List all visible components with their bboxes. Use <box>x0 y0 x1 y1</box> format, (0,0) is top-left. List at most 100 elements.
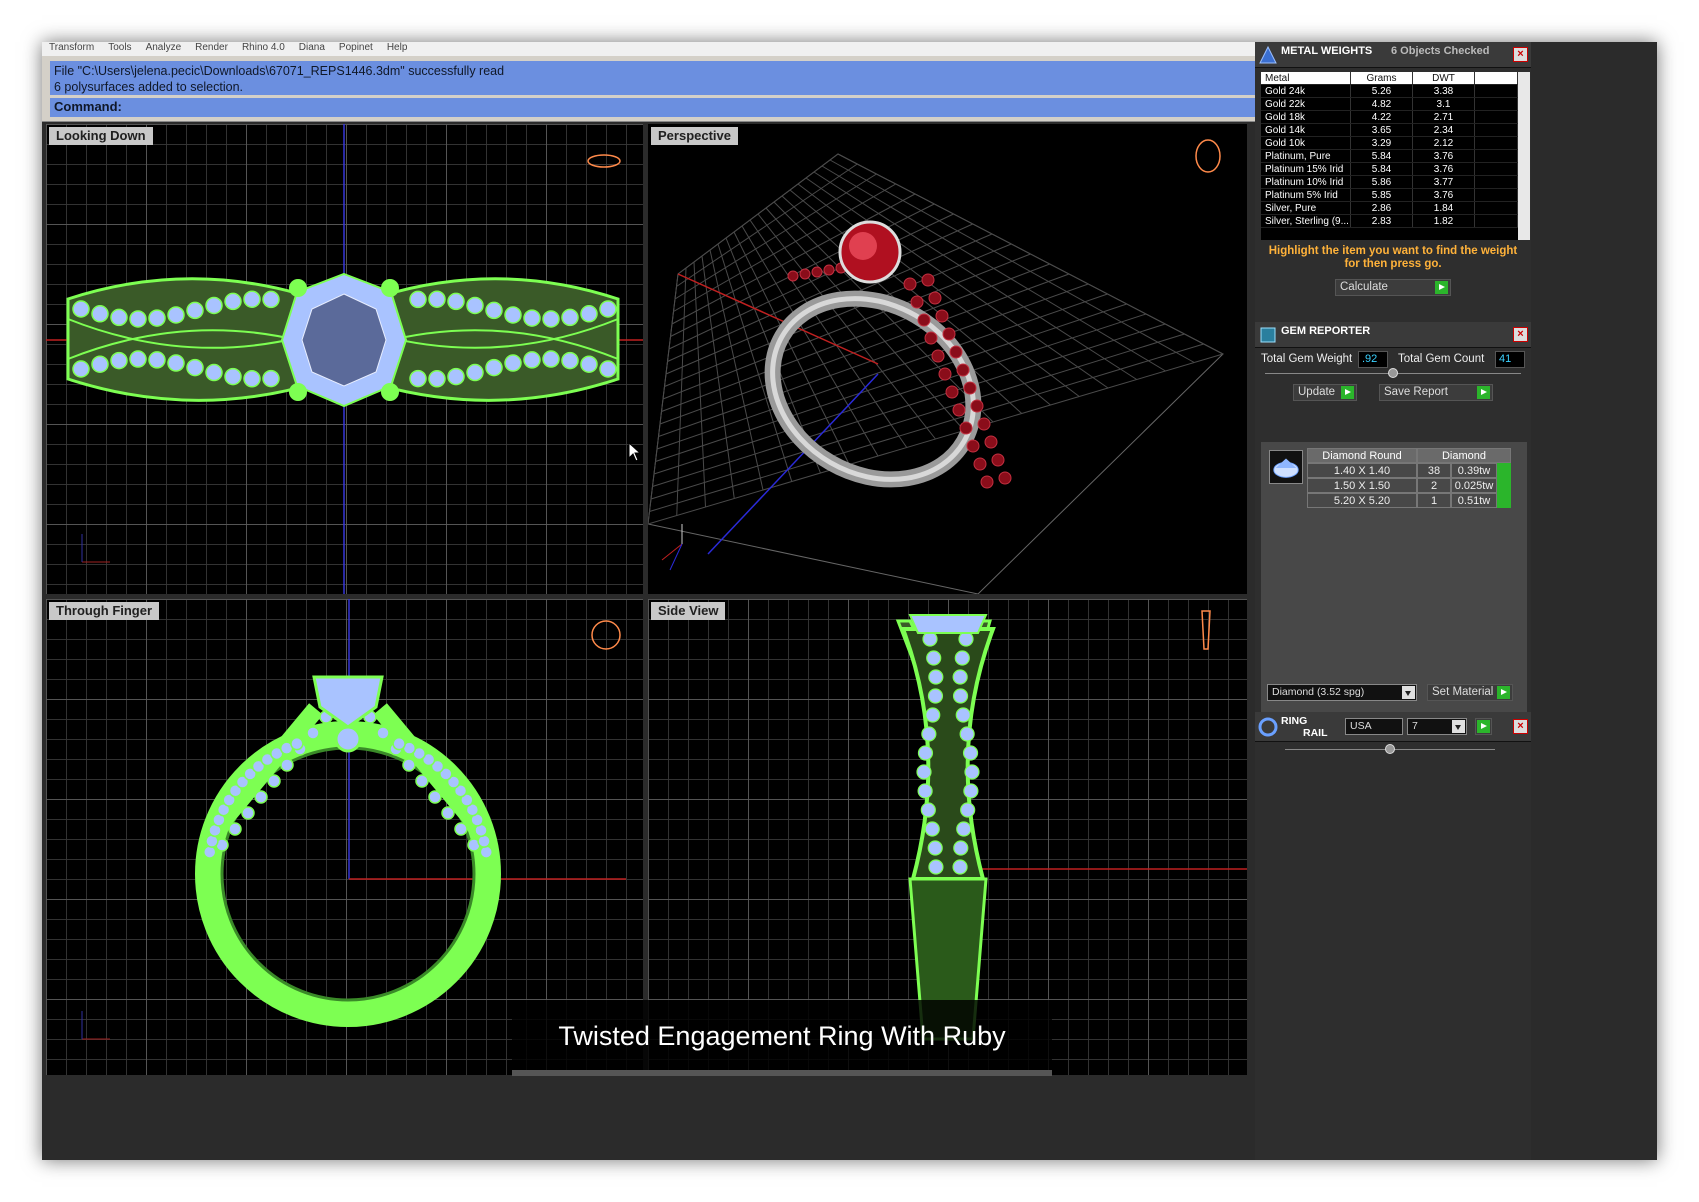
diamond-thumbnail-icon <box>1269 450 1303 484</box>
stone <box>970 399 984 413</box>
ring-rail-slider-knob[interactable] <box>1385 744 1395 754</box>
stone <box>561 308 579 327</box>
stone <box>958 631 974 647</box>
stone <box>952 403 966 417</box>
stone <box>224 292 242 311</box>
go-arrow-icon[interactable] <box>1477 720 1490 733</box>
gem-row[interactable]: 5.20 X 5.20 1 0.51tw <box>1307 493 1513 508</box>
stone <box>91 305 109 323</box>
table-row[interactable]: Gold 14k 3.65 2.34 <box>1261 124 1518 137</box>
menu-popinet[interactable]: Popinet <box>332 43 380 53</box>
menu-diana[interactable]: Diana <box>292 43 332 53</box>
viewport-label[interactable]: Perspective <box>651 127 738 145</box>
ring-rail-title-1: RING <box>1281 715 1308 727</box>
go-arrow-icon[interactable] <box>1497 478 1511 493</box>
material-dropdown[interactable]: Diamond (3.52 spg) <box>1267 684 1417 701</box>
viewport-label[interactable]: Through Finger <box>49 602 160 620</box>
column-header[interactable]: Grams <box>1351 72 1413 84</box>
command-prompt[interactable]: Command: <box>50 98 1308 117</box>
stone <box>928 669 944 685</box>
stone <box>952 859 968 875</box>
menu-transform[interactable]: Transform <box>42 43 101 53</box>
table-row[interactable]: Platinum 5% Irid 5.85 3.76 <box>1261 189 1518 202</box>
stone <box>205 296 223 315</box>
stone <box>466 296 484 315</box>
stone <box>949 345 963 359</box>
table-row[interactable]: Silver, Pure 2.86 1.84 <box>1261 202 1518 215</box>
gem-slider-knob[interactable] <box>1388 368 1398 378</box>
table-cell-metal: Platinum 5% Irid <box>1261 189 1351 201</box>
stone <box>921 726 937 742</box>
stone <box>129 350 147 368</box>
ring-rail-title-2: RAIL <box>1303 727 1328 739</box>
stone <box>955 707 971 723</box>
close-icon[interactable]: × <box>1513 327 1528 342</box>
metal-weights-table: Metal Grams DWT Gold 24k 5.26 3.38 Gold 22k… <box>1261 72 1518 240</box>
stone <box>504 354 522 372</box>
stone <box>973 457 987 471</box>
gem-row[interactable]: 1.50 X 1.50 2 0.025tw <box>1307 478 1513 493</box>
table-cell-metal: Gold 22k <box>1261 98 1351 110</box>
viewport-looking-down[interactable]: Looking Down <box>46 124 643 594</box>
stone <box>952 688 969 704</box>
table-cell-grams: 5.26 <box>1351 85 1413 97</box>
go-arrow-icon[interactable] <box>1497 686 1510 699</box>
close-icon[interactable]: × <box>1513 719 1528 734</box>
go-arrow-icon[interactable] <box>1341 386 1354 399</box>
update-label: Update <box>1298 386 1336 398</box>
total-gem-weight-value: .92 <box>1358 351 1388 368</box>
ring-rail-go-button[interactable] <box>1475 718 1492 735</box>
ring-size-dropdown[interactable]: 7 <box>1407 718 1467 735</box>
column-header[interactable]: DWT <box>1413 72 1475 84</box>
table-row[interactable]: Silver, Sterling (9... 2.83 1.82 <box>1261 215 1518 228</box>
table-row[interactable]: Gold 24k 5.26 3.38 <box>1261 85 1518 98</box>
table-cell-empty <box>1475 189 1518 201</box>
go-arrow-icon[interactable] <box>1435 281 1448 294</box>
stone <box>415 774 429 788</box>
stone <box>942 327 956 341</box>
calculate-button[interactable]: Calculate <box>1335 279 1451 296</box>
total-gem-weight-label: Total Gem Weight <box>1261 353 1353 365</box>
menu-tools[interactable]: Tools <box>101 43 138 53</box>
table-row[interactable]: Gold 22k 4.82 3.1 <box>1261 98 1518 111</box>
ring-rail-header: RING RAIL USA 7 × <box>1255 712 1531 742</box>
menu-render[interactable]: Render <box>188 43 235 53</box>
stone <box>931 349 945 363</box>
menu-help[interactable]: Help <box>380 43 415 53</box>
viewport-perspective[interactable]: Perspective <box>648 124 1247 594</box>
table-cell-dwt: 2.71 <box>1413 111 1475 123</box>
stone <box>938 367 952 381</box>
update-button[interactable]: Update <box>1293 384 1357 401</box>
table-cell-dwt: 2.34 <box>1413 124 1475 136</box>
viewport-label[interactable]: Looking Down <box>49 127 153 145</box>
dropdown-arrow-icon[interactable] <box>1402 686 1415 699</box>
table-row[interactable]: Platinum, Pure 5.84 3.76 <box>1261 150 1518 163</box>
go-arrow-icon[interactable] <box>1497 493 1511 508</box>
column-header[interactable]: Metal <box>1261 72 1351 84</box>
stone <box>811 266 823 278</box>
dropdown-arrow-icon[interactable] <box>1452 720 1465 733</box>
table-cell-dwt: 3.76 <box>1413 163 1475 175</box>
gem-row[interactable]: 1.40 X 1.40 38 0.39tw <box>1307 463 1513 478</box>
go-arrow-icon[interactable] <box>1497 463 1511 478</box>
viewport-label[interactable]: Side View <box>651 602 726 620</box>
menu-analyze[interactable]: Analyze <box>139 43 189 53</box>
table-row[interactable]: Platinum 15% Irid 5.84 3.76 <box>1261 163 1518 176</box>
go-arrow-icon[interactable] <box>1477 386 1490 399</box>
table-row[interactable]: Gold 18k 4.22 2.71 <box>1261 111 1518 124</box>
country-dropdown[interactable]: USA <box>1345 718 1403 735</box>
table-cell-grams: 3.29 <box>1351 137 1413 149</box>
metal-table-scrollbar[interactable] <box>1518 72 1530 240</box>
cursor-icon <box>628 442 642 462</box>
table-cell-grams: 5.84 <box>1351 150 1413 162</box>
table-cell-metal: Gold 24k <box>1261 85 1351 97</box>
calculate-label: Calculate <box>1340 281 1388 293</box>
set-material-button[interactable]: Set Material <box>1427 684 1513 701</box>
stone <box>959 421 973 435</box>
menu-rhino[interactable]: Rhino 4.0 <box>235 43 292 53</box>
gem-rows: 1.40 X 1.40 38 0.39tw 1.50 X 1.50 2 0.025tw 5.… <box>1307 463 1513 508</box>
table-row[interactable]: Platinum 10% Irid 5.86 3.77 <box>1261 176 1518 189</box>
save-report-button[interactable]: Save Report <box>1379 384 1493 401</box>
close-icon[interactable]: × <box>1513 47 1528 62</box>
table-row[interactable]: Gold 10k 3.29 2.12 <box>1261 137 1518 150</box>
